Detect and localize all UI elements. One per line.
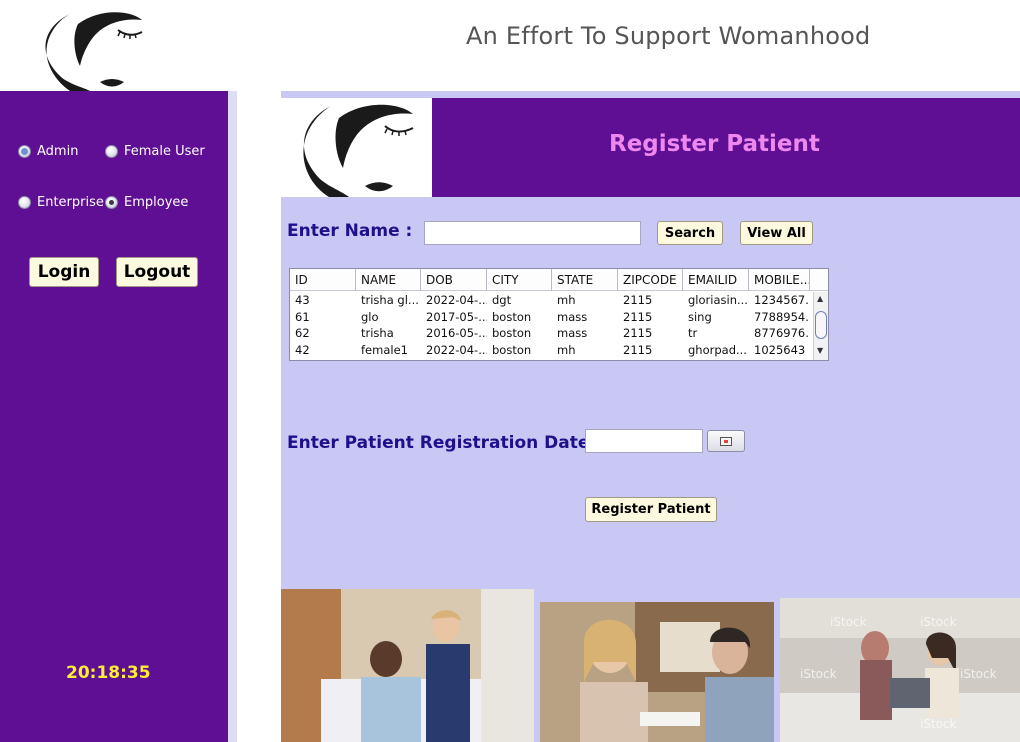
calendar-icon [720, 436, 732, 446]
table-cell: 2115 [623, 309, 653, 324]
radio-admin-label: Admin [37, 144, 79, 159]
radio-enterprise[interactable]: Enterprise [18, 195, 104, 210]
table-cell: 1025643 [754, 342, 806, 357]
column-header[interactable]: ZIPCODE [618, 269, 683, 291]
radio-female-user[interactable]: Female User [105, 144, 205, 159]
search-button[interactable]: Search [657, 221, 723, 245]
svg-text:iStock: iStock [920, 615, 957, 629]
column-header[interactable]: MOBILE... [749, 269, 810, 291]
radio-button-icon[interactable] [105, 145, 118, 158]
registration-date-input[interactable] [585, 429, 703, 453]
table-header: ID NAME DOB CITY STATE ZIPCODE EMAILID M… [290, 269, 828, 291]
nurse-with-patient-photo [281, 589, 534, 742]
column-header[interactable]: DOB [421, 269, 487, 291]
svg-text:iStock: iStock [800, 667, 837, 681]
table-cell: mh [557, 342, 576, 357]
table-body: 43 trisha gl... 2022-04-... dgt mh 2115 … [290, 292, 814, 358]
patients-table[interactable]: ID NAME DOB CITY STATE ZIPCODE EMAILID M… [289, 268, 829, 361]
table-cell: boston [492, 342, 532, 357]
table-cell: boston [492, 309, 532, 324]
table-cell: trisha [361, 326, 394, 340]
radio-admin[interactable]: Admin [18, 144, 78, 159]
app-window: An Effort To Support Womanhood Admin Fem… [0, 0, 1020, 742]
table-cell: 42 [295, 342, 310, 357]
table-cell: 2115 [623, 326, 653, 340]
table-cell: female1 [361, 342, 408, 357]
table-cell: 61 [295, 309, 310, 324]
login-button[interactable]: Login [29, 257, 99, 287]
table-cell: 7788954... [754, 309, 810, 324]
table-cell: mass [557, 326, 588, 340]
table-row[interactable]: 43 trisha gl... 2022-04-... dgt mh 2115 … [290, 292, 814, 309]
table-cell: 1234567... [754, 293, 810, 307]
table-cell: 2016-05-... [426, 326, 487, 340]
table-scrollbar[interactable]: ▲ ▼ [813, 292, 828, 360]
table-cell: 2022-04-... [426, 293, 487, 307]
column-header[interactable]: ID [290, 269, 356, 291]
table-cell: trisha gl... [361, 293, 419, 307]
radio-employee[interactable]: Employee [105, 195, 188, 210]
table-cell: 8776976... [754, 326, 810, 340]
svg-text:iStock: iStock [960, 667, 997, 681]
table-cell: sing [688, 309, 712, 324]
table-cell: mh [557, 293, 576, 307]
date-picker-button[interactable] [707, 430, 745, 452]
table-cell: 2115 [623, 293, 653, 307]
page-title: Register Patient [609, 131, 820, 157]
table-cell: 43 [295, 293, 310, 307]
registration-date-label: Enter Patient Registration Date : [287, 433, 603, 453]
name-label: Enter Name : [287, 221, 413, 241]
main-panel: Register Patient Enter Name : Search Vie… [281, 91, 1020, 742]
radio-employee-label: Employee [124, 195, 189, 210]
table-cell: tr [688, 326, 698, 340]
table-row[interactable]: 61 glo 2017-05-... boston mass 2115 sing… [290, 309, 814, 326]
column-header[interactable]: EMAILID [683, 269, 749, 291]
register-patient-button[interactable]: Register Patient [585, 497, 717, 522]
radio-button-icon[interactable] [18, 196, 31, 209]
scroll-down-icon[interactable]: ▼ [817, 346, 823, 355]
reception-stock-photo: iStock iStock iStock iStock iStock [780, 598, 1020, 742]
radio-button-icon[interactable] [105, 196, 118, 209]
radio-female-user-label: Female User [124, 144, 205, 159]
table-cell: 2022-04-... [426, 342, 487, 357]
table-cell: boston [492, 326, 532, 340]
top-bar: An Effort To Support Womanhood [0, 0, 1020, 91]
view-all-button[interactable]: View All [740, 221, 813, 245]
scroll-up-icon[interactable]: ▲ [817, 294, 823, 303]
table-cell: 62 [295, 326, 310, 340]
table-cell: 2017-05-... [426, 309, 487, 324]
logout-button[interactable]: Logout [116, 257, 198, 287]
column-header[interactable]: CITY [487, 269, 552, 291]
name-input[interactable] [424, 221, 641, 245]
scrollbar-thumb[interactable] [815, 311, 827, 339]
consultation-photo [540, 602, 774, 742]
table-cell: glo [361, 309, 379, 324]
svg-text:iStock: iStock [920, 717, 957, 731]
sidebar: Admin Female User Enterprise Employee Lo… [0, 91, 228, 742]
app-tagline: An Effort To Support Womanhood [466, 22, 871, 50]
table-cell: dgt [492, 293, 512, 307]
table-row[interactable]: 62 trisha 2016-05-... boston mass 2115 t… [290, 325, 814, 342]
table-row[interactable]: 42 female1 2022-04-... boston mh 2115 gh… [290, 342, 814, 359]
svg-text:iStock: iStock [830, 615, 867, 629]
table-cell: mass [557, 309, 588, 324]
table-cell: 2115 [623, 342, 653, 357]
sidebar-divider [228, 91, 237, 742]
clock-display: 20:18:35 [66, 663, 151, 683]
table-cell: gloriasin... [688, 293, 748, 307]
radio-button-icon[interactable] [18, 145, 31, 158]
woman-face-logo [30, 6, 160, 91]
table-cell: ghorpad... [688, 342, 747, 357]
woman-face-logo [281, 98, 432, 197]
column-header[interactable]: STATE [552, 269, 618, 291]
radio-enterprise-label: Enterprise [37, 195, 104, 210]
column-header[interactable]: NAME [356, 269, 421, 291]
